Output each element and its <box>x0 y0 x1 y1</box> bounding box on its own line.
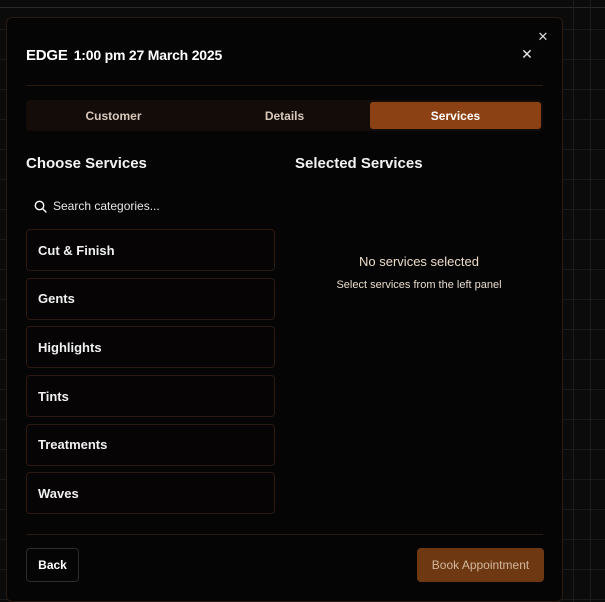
book-appointment-button[interactable]: Book Appointment <box>417 548 544 582</box>
close-icon: ✕ <box>521 46 533 62</box>
category-item-cut-finish[interactable]: Cut & Finish <box>26 229 275 271</box>
category-search <box>26 193 274 219</box>
category-item-waves[interactable]: Waves <box>26 472 275 515</box>
category-item-gents[interactable]: Gents <box>26 277 275 320</box>
modal-header: EDGE 1:00 pm 27 March 2025 <box>26 45 222 65</box>
empty-state-subtitle: Select services from the left panel <box>336 279 502 291</box>
category-item-highlights[interactable]: Highlights <box>26 326 275 369</box>
tab-services[interactable]: Services <box>370 102 541 129</box>
category-list: Cut & Finish Gents Highlights Tints Trea… <box>26 229 275 521</box>
empty-state-title: No services selected <box>359 254 479 269</box>
background-column-line <box>573 0 574 602</box>
close-icon[interactable]: ✕ <box>536 30 550 44</box>
tab-customer[interactable]: Customer <box>28 102 199 129</box>
salon-name: EDGE <box>26 46 68 64</box>
search-icon <box>34 200 47 213</box>
back-button[interactable]: Back <box>26 548 79 582</box>
category-item-tints[interactable]: Tints <box>26 375 275 418</box>
choose-services-title: Choose Services <box>26 155 147 172</box>
category-item-treatments[interactable]: Treatments <box>26 423 275 466</box>
modal-close-button[interactable]: ✕ <box>520 46 534 62</box>
footer-divider <box>26 534 543 535</box>
search-input[interactable] <box>53 199 253 213</box>
tab-details[interactable]: Details <box>199 102 370 129</box>
background-divider <box>0 7 605 8</box>
header-divider <box>26 85 543 86</box>
selected-services-title: Selected Services <box>295 155 423 172</box>
step-tabs: Customer Details Services <box>26 100 543 131</box>
appointment-datetime: 1:00 pm 27 March 2025 <box>73 47 223 63</box>
background-column-line <box>590 0 591 602</box>
